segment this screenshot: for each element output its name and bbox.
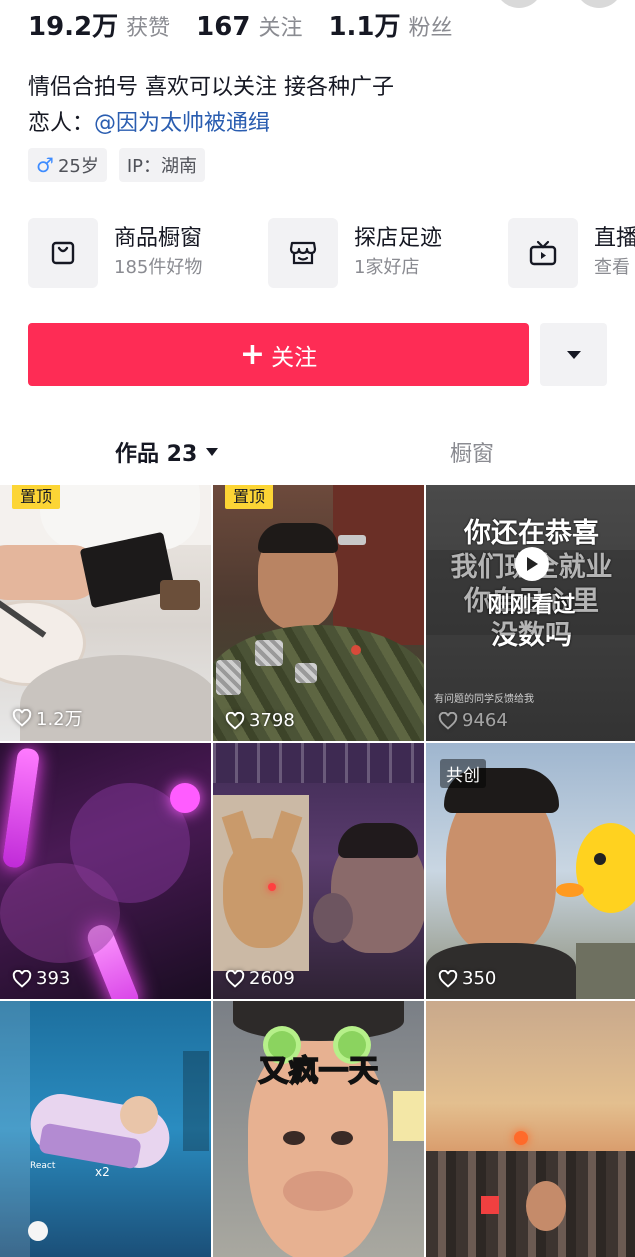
video-overlay-small-text: React: [30, 1161, 56, 1171]
heart-icon: [438, 969, 458, 988]
lover-prefix: 恋人：: [28, 111, 95, 136]
followers-count: 1.1万: [328, 12, 401, 42]
feature-subtitle: 查看: [594, 257, 630, 278]
following-stat[interactable]: 167 关注: [196, 10, 302, 42]
shopping-bag-icon: [28, 218, 98, 288]
followers-label: 粉丝: [408, 16, 453, 41]
tv-icon: [508, 218, 578, 288]
like-count: 2609: [225, 968, 295, 989]
like-count-text: 393: [36, 968, 71, 989]
recently-watched-indicator: 刚刚看过: [487, 547, 576, 619]
video-grid: 置顶 1.2万 置顶 3798 你还在恭喜 我们班全就业 你自己心里 没数吗: [0, 485, 635, 1257]
top-action-button[interactable]: [495, 0, 543, 8]
play-icon: [514, 547, 549, 581]
feature-title: 探店足迹: [354, 226, 443, 251]
feature-shop-window[interactable]: 商品橱窗 185件好物: [28, 218, 268, 288]
likes-label: 获赞: [126, 16, 171, 41]
likes-count: 19.2万: [28, 12, 119, 42]
plus-icon: +: [239, 336, 266, 372]
caret-down-icon: [566, 350, 581, 359]
overlay-line: 你还在恭喜: [464, 518, 599, 549]
heart-icon: [225, 711, 245, 730]
feature-entries: 商品橱窗 185件好物 探店足迹 1家好店 直播 查看: [28, 218, 635, 288]
likes-stat[interactable]: 19.2万 获赞: [28, 6, 170, 43]
heart-icon: [225, 969, 245, 988]
profile-tags: ♂ 25岁 IP：湖南: [28, 148, 206, 182]
heart-icon: [12, 969, 32, 988]
video-thumbnail[interactable]: 你还在恭喜 我们班全就业 你自己心里 没数吗 刚刚看过 有问题的同学反馈给我 9…: [426, 485, 635, 741]
gender-age-tag: ♂ 25岁: [28, 148, 107, 182]
feature-title: 商品橱窗: [114, 226, 203, 251]
feature-subtitle: 1家好店: [354, 257, 420, 278]
like-count-text: 3798: [249, 710, 295, 731]
more-recommendations-button[interactable]: [540, 323, 607, 386]
feature-live[interactable]: 直播 查看: [508, 218, 635, 288]
feature-title: 直播: [594, 226, 635, 251]
follow-label: 关注: [271, 344, 318, 371]
top-action-button[interactable]: [575, 0, 623, 8]
shop-icon: [268, 218, 338, 288]
video-thumbnail[interactable]: 置顶 3798: [213, 485, 424, 741]
recently-watched-label: 刚刚看过: [487, 593, 576, 618]
feature-subtitle: 185件好物: [114, 257, 203, 278]
age-text: 25岁: [57, 156, 99, 177]
like-count: 9464: [438, 710, 508, 731]
tab-works-label: 作品 23: [115, 442, 198, 467]
following-count: 167: [196, 12, 251, 42]
followers-stat[interactable]: 1.1万 粉丝: [328, 6, 452, 43]
like-count-text: 9464: [462, 710, 508, 731]
heart-icon: [438, 711, 458, 730]
pinned-badge: 置顶: [225, 485, 274, 509]
caret-down-icon: [206, 448, 219, 456]
video-caption: 有问题的同学反馈给我: [434, 694, 534, 705]
tab-showcase[interactable]: 橱窗: [450, 436, 494, 468]
ip-location-tag: IP：湖南: [118, 148, 206, 182]
heart-icon: [12, 709, 32, 727]
video-overlay-text: 又疯一天: [258, 1053, 380, 1090]
video-count-label: x2: [95, 1165, 110, 1179]
like-count: 393: [12, 968, 70, 989]
like-count-text: 1.2万: [36, 709, 83, 730]
like-count: 350: [438, 968, 496, 989]
like-count-text: 350: [462, 968, 497, 989]
profile-bio: 情侣合拍号 喜欢可以关注 接各种广子 恋人：@因为太帅被通缉: [28, 70, 394, 142]
like-count: 3798: [225, 710, 295, 731]
lover-line: 恋人：@因为太帅被通缉: [28, 106, 394, 142]
male-icon: ♂: [36, 153, 54, 177]
video-thumbnail[interactable]: 又疯一天: [213, 1001, 424, 1257]
video-thumbnail[interactable]: 393: [0, 743, 211, 999]
top-action-buttons: [475, 0, 635, 8]
lover-mention-link[interactable]: @因为太帅被通缉: [94, 111, 270, 136]
like-count: 1.2万: [12, 705, 83, 731]
following-label: 关注: [258, 16, 303, 41]
video-thumbnail[interactable]: React x2: [0, 1001, 211, 1257]
video-thumbnail[interactable]: 2609: [213, 743, 424, 999]
bio-line: 情侣合拍号 喜欢可以关注 接各种广子: [28, 75, 394, 100]
video-thumbnail[interactable]: 共创 350: [426, 743, 635, 999]
tab-works[interactable]: 作品 23: [115, 436, 219, 468]
follow-button[interactable]: + 关注: [28, 323, 529, 386]
pinned-badge: 置顶: [12, 485, 61, 509]
video-thumbnail[interactable]: [426, 1001, 635, 1257]
content-tabs: 作品 23 橱窗: [0, 420, 635, 482]
profile-stats: 19.2万 获赞 167 关注 1.1万 粉丝: [28, 6, 453, 43]
ip-text: IP：湖南: [126, 156, 198, 177]
like-count-text: 2609: [249, 968, 295, 989]
collab-badge: 共创: [440, 759, 486, 788]
video-thumbnail[interactable]: 置顶 1.2万: [0, 485, 211, 741]
feature-store-visits[interactable]: 探店足迹 1家好店: [268, 218, 508, 288]
